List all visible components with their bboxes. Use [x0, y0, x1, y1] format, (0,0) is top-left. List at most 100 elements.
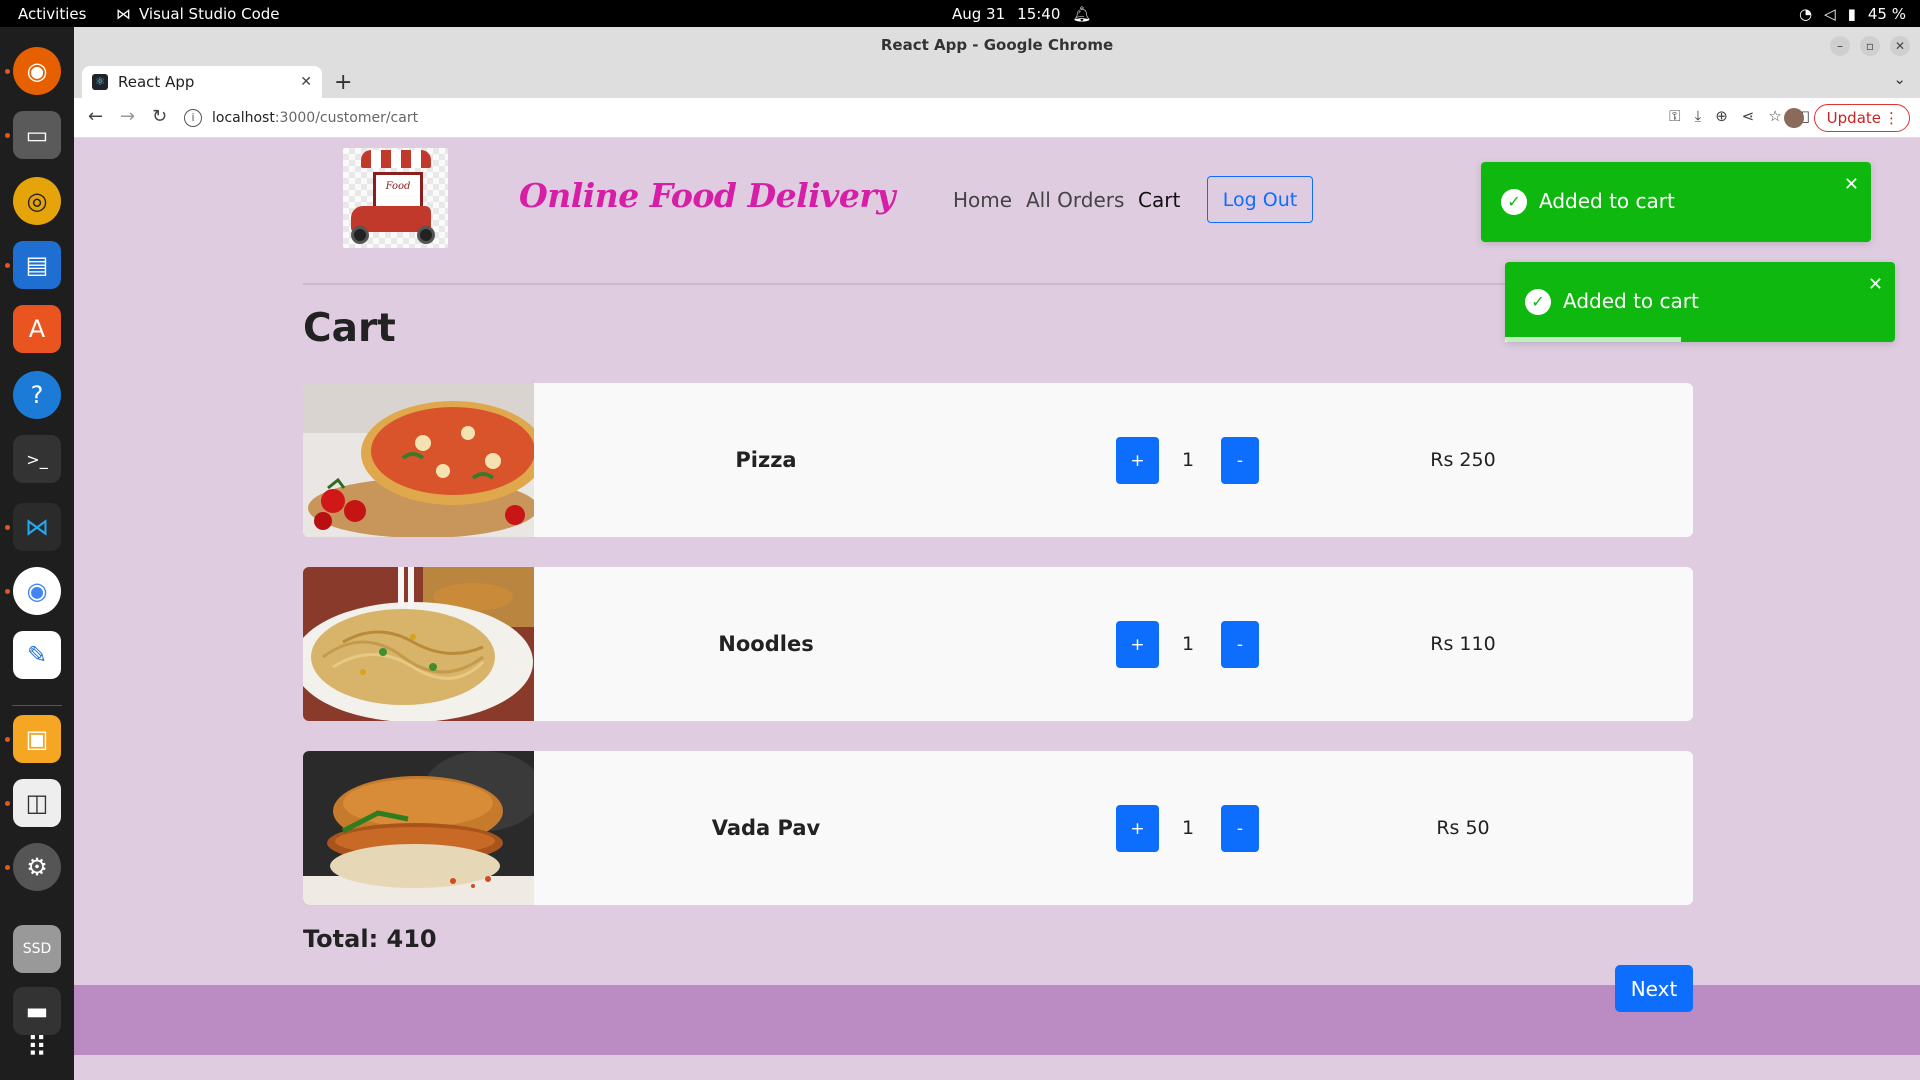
drive-icon[interactable]: SSD	[13, 925, 61, 973]
address-bar[interactable]: i localhost :3000/customer/cart	[184, 103, 1644, 133]
files-icon[interactable]: ▭	[13, 111, 61, 159]
logo-wheel	[417, 226, 435, 244]
bookmark-star-icon[interactable]: ☆	[1768, 107, 1781, 125]
running-indicator	[5, 865, 10, 870]
site-logo[interactable]: Food	[343, 148, 448, 248]
running-indicator	[5, 589, 10, 594]
share-icon[interactable]: ⋖	[1742, 107, 1755, 125]
volume-icon: ◁	[1824, 5, 1836, 23]
window-titlebar: React App - Google Chrome – ▫ ✕	[74, 27, 1920, 64]
nav-home-link[interactable]: Home	[953, 188, 1012, 212]
dock: ◉ ▭ ◎ ▤ A ? >_ ⋈ ◉ ✎ ▣ ◫ ⚙ SSD ▬ ⠿	[0, 27, 74, 1080]
show-apps-icon[interactable]: ⠿	[13, 1023, 61, 1071]
running-indicator	[5, 737, 10, 742]
url-path: :3000/customer/cart	[274, 110, 419, 126]
clock[interactable]: Aug 31 15:40 🔔︎	[952, 5, 1091, 23]
noodles-image	[303, 567, 534, 721]
decrease-qty-button[interactable]: -	[1221, 621, 1259, 668]
decrease-qty-button[interactable]: -	[1221, 805, 1259, 852]
forward-icon[interactable]: →	[120, 106, 135, 127]
item-name: Noodles	[718, 632, 814, 656]
toast-message: Added to cart	[1539, 189, 1675, 213]
increase-qty-button[interactable]: +	[1116, 805, 1159, 852]
item-quantity: 1	[1181, 633, 1195, 655]
bell-icon: 🔔︎	[1072, 5, 1092, 23]
rhythmbox-icon[interactable]: ◎	[13, 177, 61, 225]
minimize-icon[interactable]: –	[1830, 36, 1850, 56]
item-price: Rs 50	[1436, 817, 1490, 839]
logout-button[interactable]: Log Out	[1207, 176, 1313, 223]
app-center-icon[interactable]: A	[13, 305, 61, 353]
cart-item-row: Noodles + 1 - Rs 110	[303, 567, 1693, 721]
item-quantity: 1	[1181, 817, 1195, 839]
window-title: React App - Google Chrome	[880, 36, 1114, 54]
next-button[interactable]: Next	[1615, 965, 1693, 1012]
install-icon[interactable]: ⤓	[1695, 107, 1702, 125]
chrome-icon[interactable]: ◉	[13, 567, 61, 615]
item-price: Rs 250	[1430, 449, 1496, 471]
profile-avatar[interactable]	[1784, 108, 1804, 128]
terminal-icon[interactable]: >_	[13, 435, 61, 483]
check-circle-icon: ✓	[1501, 189, 1527, 215]
tab-react-app[interactable]: ⚛ React App ✕	[82, 66, 322, 98]
toast-progress-bar	[1505, 337, 1681, 342]
check-circle-icon: ✓	[1525, 289, 1551, 315]
toast-notification[interactable]: ✓ Added to cart ✕	[1505, 262, 1895, 342]
logo-awning	[361, 150, 431, 168]
increase-qty-button[interactable]: +	[1116, 621, 1159, 668]
vscode-icon: ⋈	[116, 5, 131, 23]
browser-window: React App - Google Chrome – ▫ ✕ ⚛ React …	[74, 27, 1920, 1080]
close-toast-icon[interactable]: ✕	[1868, 274, 1883, 295]
key-icon[interactable]: ⚿	[1669, 107, 1680, 125]
os-top-bar: Activities ⋈ Visual Studio Code Aug 31 1…	[0, 0, 1920, 27]
tab-strip: ⚛ React App ✕ + ⌄	[74, 64, 1920, 98]
item-quantity: 1	[1181, 449, 1195, 471]
help-icon[interactable]: ?	[13, 371, 61, 419]
cart-item-row: Vada Pav + 1 - Rs 50	[303, 751, 1693, 905]
restore-icon[interactable]: ▫	[1860, 36, 1880, 56]
date: Aug 31	[952, 5, 1006, 23]
nav-cart-link[interactable]: Cart	[1138, 188, 1180, 212]
running-indicator	[5, 133, 10, 138]
battery-icon: ▮	[1847, 5, 1856, 23]
react-favicon-icon: ⚛	[92, 74, 108, 90]
vscode-dock-icon[interactable]: ⋈	[13, 503, 61, 551]
text-editor-icon[interactable]: ✎	[13, 631, 61, 679]
active-app-name: Visual Studio Code	[139, 5, 280, 23]
running-indicator	[5, 801, 10, 806]
close-tab-icon[interactable]: ✕	[300, 74, 312, 90]
impress-icon[interactable]: ▣	[13, 715, 61, 763]
reload-icon[interactable]: ↻	[152, 106, 167, 127]
activities-button[interactable]: Activities	[18, 5, 86, 23]
zoom-icon[interactable]: ⊕	[1715, 107, 1728, 125]
settings-icon[interactable]: ⚙	[13, 843, 61, 891]
increase-qty-button[interactable]: +	[1116, 437, 1159, 484]
back-icon[interactable]: ←	[88, 106, 103, 127]
new-tab-icon[interactable]: +	[334, 70, 352, 95]
brand-title[interactable]: Online Food Delivery	[519, 176, 895, 215]
item-name: Vada Pav	[711, 816, 821, 840]
running-indicator	[5, 263, 10, 268]
close-window-icon[interactable]: ✕	[1890, 36, 1910, 56]
cart-item-row: Pizza + 1 - Rs 250	[303, 383, 1693, 537]
update-button[interactable]: Update	[1813, 104, 1910, 132]
tab-search-chevron-icon[interactable]: ⌄	[1893, 70, 1906, 88]
running-indicator	[5, 525, 10, 530]
active-app-indicator[interactable]: ⋈ Visual Studio Code	[116, 5, 280, 23]
nav-all-orders-link[interactable]: All Orders	[1026, 188, 1124, 212]
firefox-icon[interactable]: ◉	[13, 47, 61, 95]
logo-wheel	[351, 226, 369, 244]
system-tray[interactable]: ◔ ◁ ▮ 45 %	[1799, 5, 1906, 23]
close-toast-icon[interactable]: ✕	[1844, 174, 1859, 195]
site-info-icon[interactable]: i	[184, 109, 202, 127]
decrease-qty-button[interactable]: -	[1221, 437, 1259, 484]
vada-pav-image	[303, 751, 534, 905]
toast-notification[interactable]: ✓ Added to cart ✕	[1481, 162, 1871, 242]
wifi-icon: ◔	[1798, 5, 1813, 23]
document-viewer-icon[interactable]: ◫	[13, 779, 61, 827]
tab-title: React App	[118, 73, 195, 91]
toast-message: Added to cart	[1563, 289, 1699, 313]
item-name: Pizza	[735, 448, 797, 472]
writer-icon[interactable]: ▤	[13, 241, 61, 289]
time: 15:40	[1017, 5, 1061, 23]
